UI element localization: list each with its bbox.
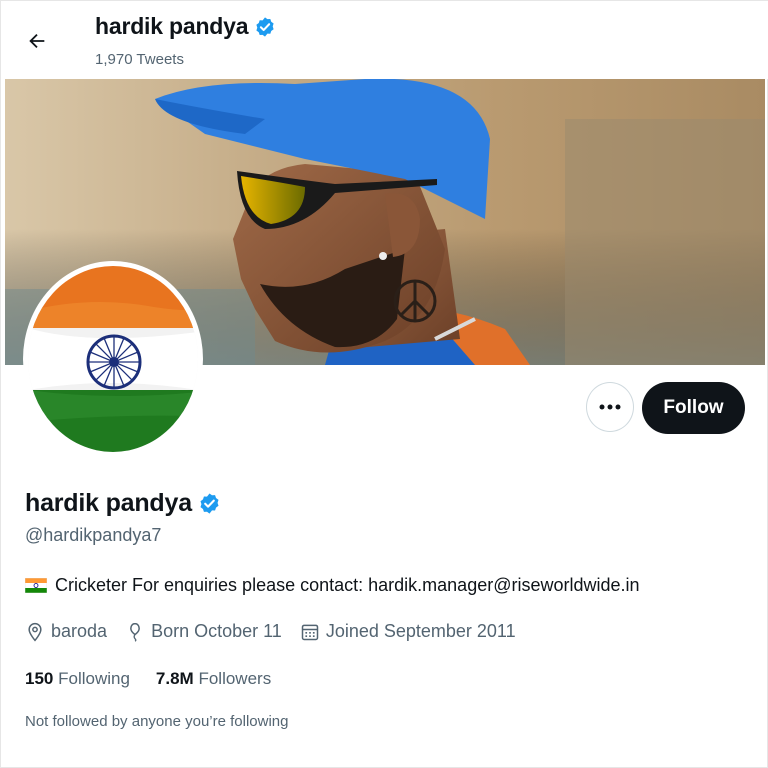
tweets-count: 1,970 Tweets: [95, 51, 184, 68]
joined-text: Joined September 2011: [325, 621, 516, 641]
following-label: Following: [58, 669, 130, 688]
verified-badge-icon: [256, 16, 274, 37]
more-icon: [599, 404, 621, 410]
location-icon: [28, 622, 42, 641]
followers-link[interactable]: 7.8M Followers: [156, 669, 271, 689]
profile-avatar[interactable]: [23, 261, 203, 457]
back-arrow-icon: [29, 33, 45, 49]
profile-meta: baroda Born October 11 Joined September …: [25, 621, 534, 642]
followed-by-note: Not followed by anyone you’re following: [25, 713, 289, 730]
profile-header: hardik pandya 1,970 Tweets: [1, 1, 768, 79]
profile-display-name: hardik pandya: [25, 489, 192, 517]
followers-count: 7.8M: [155, 669, 194, 688]
location: baroda: [25, 621, 107, 642]
birthday-icon: [130, 622, 140, 642]
calendar-icon: [301, 624, 319, 640]
profile-name-row: hardik pandya: [25, 489, 221, 518]
more-options-button[interactable]: [586, 382, 634, 432]
header-display-name: hardik pandya: [95, 13, 249, 39]
location-text: baroda: [51, 621, 108, 641]
birthday: Born October 11: [125, 621, 282, 642]
followers-label: Followers: [198, 669, 272, 688]
profile-page: hardik pandya 1,970 Tweets Follow hardik…: [0, 0, 768, 768]
following-link[interactable]: 150 Following: [25, 669, 130, 689]
india-flag-icon: [25, 578, 47, 593]
india-flag-avatar-image: [28, 266, 198, 452]
following-count: 150: [25, 669, 54, 688]
joined-date: Joined September 2011: [300, 621, 516, 642]
follow-button[interactable]: Follow: [642, 382, 745, 434]
profile-handle: @hardikpandya7: [25, 525, 162, 545]
verified-badge-icon[interactable]: [198, 492, 221, 515]
back-button[interactable]: [19, 23, 55, 59]
bio-text: Cricketer For enquiries please contact: …: [55, 575, 640, 595]
header-title: hardik pandya: [95, 13, 276, 40]
profile-bio: Cricketer For enquiries please contact: …: [25, 575, 640, 596]
birthday-text: Born October 11: [151, 621, 282, 641]
profile-stats: 150 Following 7.8M Followers: [25, 669, 297, 689]
